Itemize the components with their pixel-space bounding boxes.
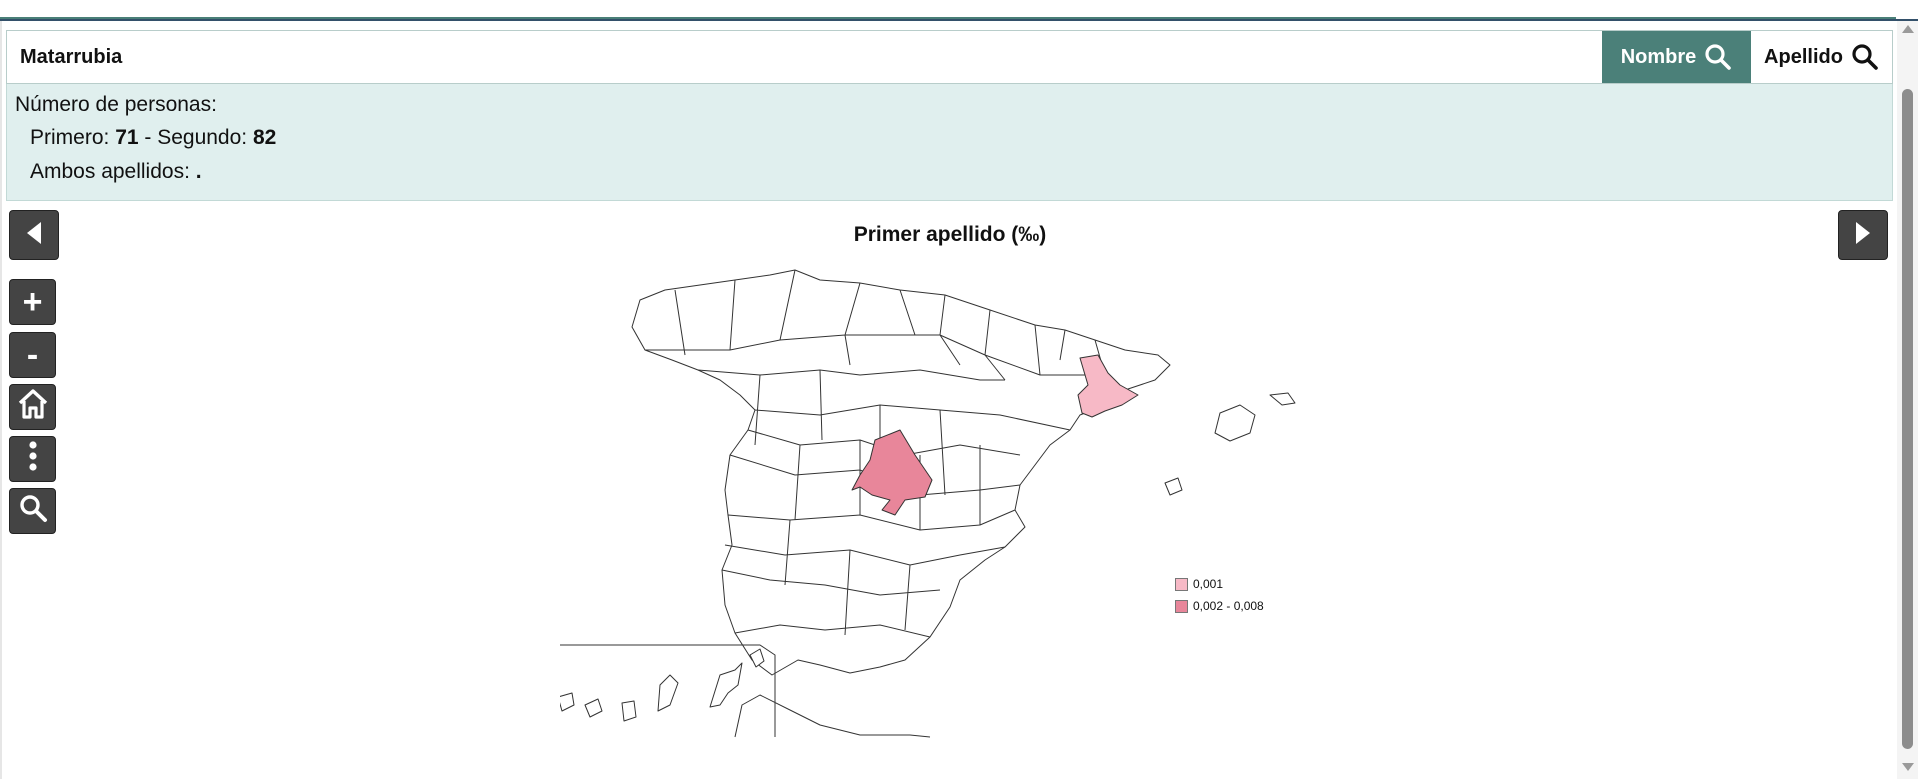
search-bar: Nombre Apellido: [6, 30, 1893, 84]
minus-icon: -: [26, 336, 39, 374]
spain-provinces-map: [560, 269, 1296, 738]
previous-map-button[interactable]: [9, 210, 59, 260]
search-by-surname-button[interactable]: Apellido: [1751, 31, 1892, 83]
more-options-button[interactable]: [9, 436, 56, 482]
legend-item: 0,001: [1175, 573, 1264, 595]
people-count-panel: Número de personas: Primero: 71 - Segund…: [6, 84, 1893, 201]
count-both: Ambos apellidos: .: [30, 160, 202, 184]
scroll-thumb[interactable]: [1902, 89, 1913, 749]
zoom-in-button[interactable]: +: [9, 279, 56, 325]
second-surname-label: - Segundo:: [138, 126, 253, 149]
search-by-surname-label: Apellido: [1764, 45, 1843, 68]
both-surnames-count: .: [195, 160, 202, 183]
count-title: Número de personas:: [15, 93, 217, 116]
zoom-out-button[interactable]: -: [9, 332, 56, 378]
surname-search-input[interactable]: [7, 31, 1602, 83]
search-icon: [1704, 43, 1732, 71]
next-map-button[interactable]: [1838, 210, 1888, 260]
home-button[interactable]: [9, 384, 56, 430]
scroll-up-arrow-icon[interactable]: [1902, 25, 1914, 33]
north-africa-coast: [734, 694, 931, 738]
search-by-name-button[interactable]: Nombre: [1602, 31, 1751, 83]
second-surname-count: 82: [252, 126, 277, 149]
canary-islands: [560, 648, 765, 722]
plus-icon: +: [22, 283, 43, 321]
balearic-menorca: [1269, 392, 1296, 406]
balearic-ibiza: [1164, 477, 1183, 496]
first-surname-count: 71: [115, 126, 139, 149]
search-by-name-label: Nombre: [1620, 45, 1697, 68]
map-search-button[interactable]: [9, 488, 56, 534]
vertical-dots-icon: [28, 440, 38, 478]
search-icon: [1851, 43, 1879, 71]
left-edge: [0, 21, 2, 779]
triangle-left-icon: [24, 220, 44, 251]
triangle-right-icon: [1853, 220, 1873, 251]
first-surname-label: Primero:: [30, 126, 116, 149]
legend-label: 0,001: [1193, 577, 1224, 591]
legend-swatch: [1175, 577, 1188, 591]
map-legend: 0,001 0,002 - 0,008: [1175, 573, 1264, 617]
home-icon: [16, 388, 50, 426]
search-icon: [18, 493, 48, 529]
both-surnames-label: Ambos apellidos:: [30, 160, 196, 183]
balearic-mallorca: [1214, 404, 1256, 442]
count-first-second: Primero: 71 - Segundo: 82: [30, 126, 276, 150]
map-title: Primer apellido (‰): [853, 223, 1047, 246]
app-frame: Nombre Apellido Número de personas: Prim…: [0, 0, 1918, 779]
scroll-down-arrow-icon[interactable]: [1902, 763, 1914, 771]
legend-item: 0,002 - 0,008: [1175, 595, 1264, 617]
vertical-scrollbar[interactable]: [1897, 21, 1918, 779]
legend-swatch: [1175, 599, 1188, 613]
top-band: [0, 0, 1918, 21]
legend-label: 0,002 - 0,008: [1193, 599, 1264, 613]
